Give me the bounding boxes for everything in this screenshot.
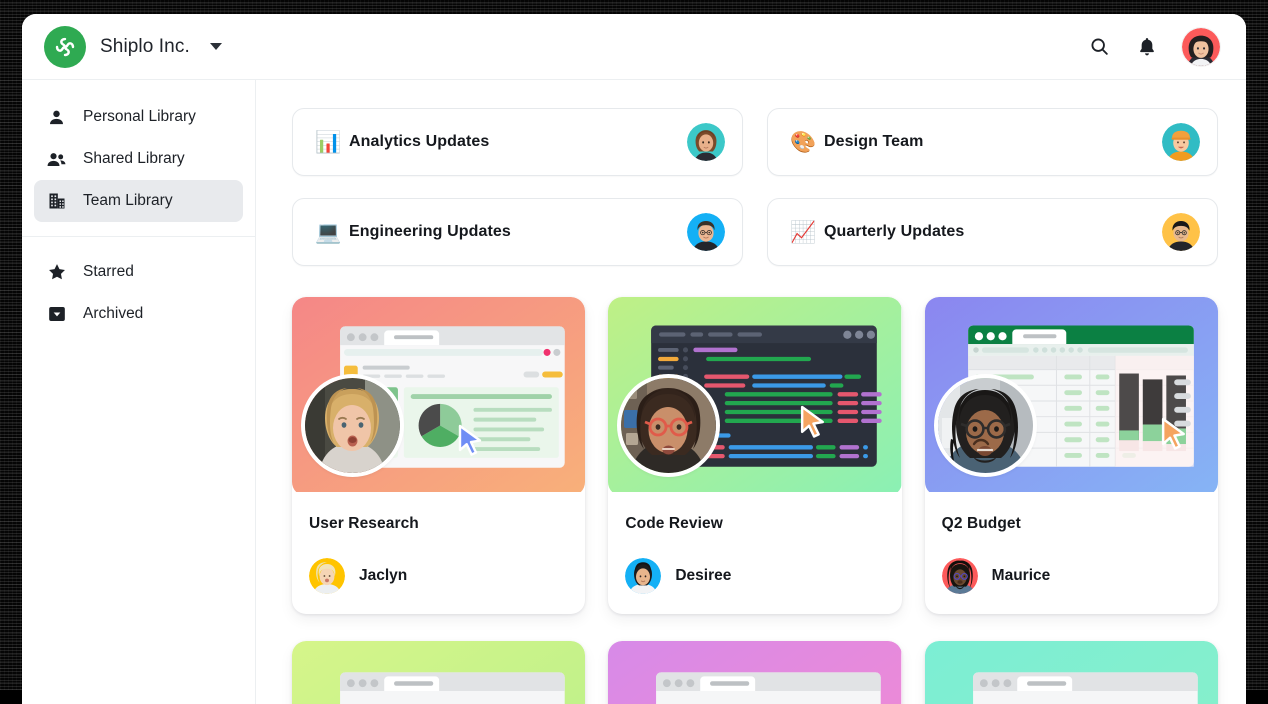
person-icon (46, 107, 67, 128)
bell-icon[interactable] (1134, 34, 1160, 60)
channel-avatar[interactable] (687, 213, 725, 251)
author-avatar[interactable] (942, 558, 978, 594)
document-author: Jaclyn (309, 558, 568, 594)
document-meta: Code Review (608, 496, 901, 614)
sidebar-item-label: Shared Library (83, 150, 185, 168)
channel-title: Analytics Updates (349, 133, 489, 151)
search-icon[interactable] (1086, 34, 1112, 60)
sidebar-item-starred[interactable]: Starred (34, 251, 243, 293)
document-thumbnail (608, 297, 901, 496)
document-meta: Q2 Budget (925, 496, 1218, 614)
channel-avatar[interactable] (1162, 123, 1200, 161)
palette-emoji: 🎨 (790, 132, 817, 153)
browser-mockup-placeholder (925, 641, 1218, 704)
people-icon (46, 149, 67, 170)
document-thumbnail (292, 641, 585, 704)
mouse-cursor-icon (1160, 417, 1191, 452)
main-content: 📊 Analytics Updates (256, 80, 1246, 704)
document-grid-row-2 (292, 641, 1218, 704)
document-card-row2-1[interactable] (292, 641, 585, 704)
channel-avatar[interactable] (687, 123, 725, 161)
bar-chart-emoji: 📊 (315, 132, 342, 153)
webcam-bubble-avatar (305, 378, 400, 473)
author-name: Jaclyn (359, 567, 407, 585)
star-icon (46, 262, 67, 283)
document-author: Desiree (625, 558, 884, 594)
building-icon (46, 191, 67, 212)
sidebar: Personal Library Shared Library (22, 80, 256, 704)
sidebar-item-archived[interactable]: Archived (34, 293, 243, 335)
document-meta: User Research (292, 496, 585, 614)
channel-list: 📊 Analytics Updates (292, 108, 1218, 266)
browser-mockup-placeholder (608, 641, 901, 704)
document-thumbnail (925, 641, 1218, 704)
workspace-switcher[interactable]: Shiplo Inc. (44, 26, 222, 68)
channel-title: Quarterly Updates (824, 223, 964, 241)
document-title: User Research (309, 515, 568, 533)
channel-avatar[interactable] (1162, 213, 1200, 251)
channel-card-engineering-updates[interactable]: 💻 Engineering Updates (292, 198, 743, 266)
author-avatar[interactable] (309, 558, 345, 594)
channel-title: Engineering Updates (349, 223, 511, 241)
webcam-bubble-avatar (621, 378, 716, 473)
document-card-code-review[interactable]: Code Review (608, 297, 901, 614)
user-avatar[interactable] (1182, 28, 1220, 66)
mouse-cursor-icon (799, 405, 830, 440)
sidebar-item-label: Team Library (83, 192, 173, 210)
document-title: Q2 Budget (942, 515, 1201, 533)
document-author: Maurice (942, 558, 1201, 594)
workspace-name: Shiplo Inc. (100, 36, 190, 58)
webcam-bubble-avatar (938, 378, 1033, 473)
sidebar-divider (22, 236, 255, 237)
document-card-row2-3[interactable] (925, 641, 1218, 704)
archive-icon (46, 304, 67, 325)
sidebar-item-shared-library[interactable]: Shared Library (34, 138, 243, 180)
sidebar-item-label: Personal Library (83, 108, 196, 126)
author-avatar[interactable] (625, 558, 661, 594)
laptop-emoji: 💻 (315, 222, 342, 243)
shiplo-logo-icon (44, 26, 86, 68)
app-body: Personal Library Shared Library (22, 80, 1246, 704)
chart-increasing-emoji: 📈 (790, 222, 817, 243)
document-title: Code Review (625, 515, 884, 533)
document-card-user-research[interactable]: User Research (292, 297, 585, 614)
mouse-cursor-icon (457, 424, 487, 458)
document-thumbnail (608, 641, 901, 704)
document-card-row2-2[interactable] (608, 641, 901, 704)
app-header: Shiplo Inc. (22, 14, 1246, 80)
header-actions (1086, 28, 1220, 66)
sidebar-item-team-library[interactable]: Team Library (34, 180, 243, 222)
author-name: Desiree (675, 567, 731, 585)
app-window: Shiplo Inc. (22, 14, 1246, 704)
channel-card-design-team[interactable]: 🎨 Design Team (767, 108, 1218, 176)
sidebar-item-label: Archived (83, 305, 143, 323)
document-card-q2-budget[interactable]: Q2 Budget (925, 297, 1218, 614)
document-thumbnail (925, 297, 1218, 496)
document-grid: User Research (292, 297, 1218, 614)
channel-title: Design Team (824, 133, 924, 151)
channel-card-quarterly-updates[interactable]: 📈 Quarterly Updates (767, 198, 1218, 266)
chevron-down-icon[interactable] (210, 43, 222, 50)
sidebar-item-personal-library[interactable]: Personal Library (34, 96, 243, 138)
sidebar-item-label: Starred (83, 263, 134, 281)
browser-mockup-placeholder (292, 641, 585, 704)
channel-card-analytics-updates[interactable]: 📊 Analytics Updates (292, 108, 743, 176)
author-name: Maurice (992, 567, 1051, 585)
document-thumbnail (292, 297, 585, 496)
